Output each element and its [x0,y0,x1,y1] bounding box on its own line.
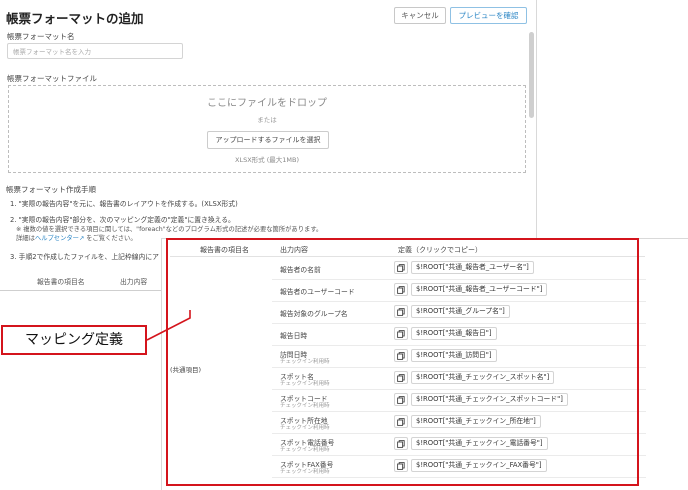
bg-header-item-name: 報告書の項目名 [37,278,85,286]
format-name-placeholder: 帳票フォーマット名を入力 [13,48,91,56]
dropzone-or-text: または [257,116,277,124]
format-name-label: 帳票フォーマット名 [7,32,75,41]
dialog-title: 帳票フォーマットの追加 [6,11,144,26]
help-prefix: 詳細は [16,235,35,242]
procedure-step-3: 3. 手順2で作成したファイルを、上記枠線内にア [10,253,159,261]
help-suffix: をご覧ください。 [84,235,137,242]
dropzone-main-text: ここにファイルをドロップ [207,98,327,109]
dropzone-format-note: XLSX形式 (最大1MB) [235,156,299,164]
format-file-label: 帳票フォーマットファイル [7,74,97,83]
mapping-definition-callout: マッピング定義 [1,325,147,355]
procedure-step-2: 2. "実際の報告内容"部分を、次のマッピング定義の"定義"に置き換える。 [10,216,235,224]
format-name-input[interactable]: 帳票フォーマット名を入力 [7,43,183,59]
procedure-title: 帳票フォーマット作成手順 [6,185,96,194]
select-file-button[interactable]: アップロードするファイルを選択 [207,131,329,149]
highlight-frame [166,238,639,486]
scrollbar[interactable] [529,32,534,118]
help-center-link[interactable]: ヘルプセンター [35,235,79,242]
procedure-step-2-note: ※ 複数の値を選択できる項目に関しては、"foreach"などのプログラム形式の… [16,226,323,233]
cancel-button[interactable]: キャンセル [394,7,446,24]
preview-button[interactable]: プレビューを確認 [450,7,527,24]
bg-header-output: 出力内容 [120,278,148,286]
file-dropzone[interactable]: ここにファイルをドロップ または アップロードするファイルを選択 XLSX形式 … [8,85,526,173]
procedure-step-2-help: 詳細はヘルプセンター↗ をご覧ください。 [16,233,137,242]
procedure-step-1: 1. "実際の報告内容"を元に、報告書のレイアウトを作成する。(XLSX形式) [10,200,238,208]
